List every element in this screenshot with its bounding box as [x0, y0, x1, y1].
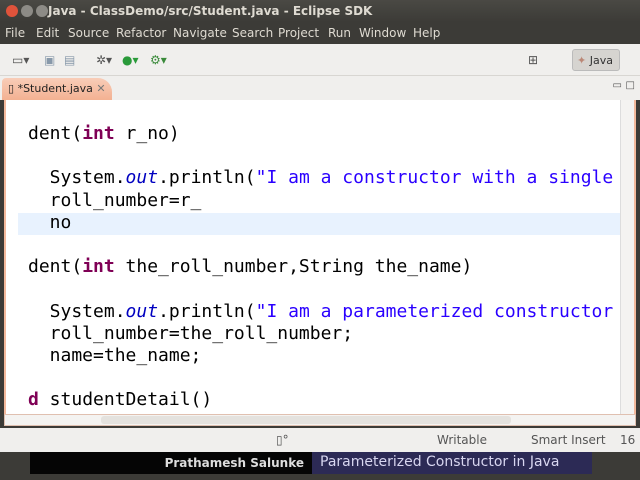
code-token: .println( [158, 167, 256, 189]
video-caption: Prathamesh Salunke Parameterized Constru… [0, 452, 640, 480]
open-perspective-icon[interactable]: ⊞ [528, 53, 538, 67]
menu-navigate[interactable]: Navigate [173, 26, 227, 40]
run-icon[interactable]: ●▾ [122, 53, 139, 67]
menu-window[interactable]: Window [359, 26, 406, 40]
code-line[interactable]: d studentDetail() [28, 389, 613, 411]
code-token: d [28, 389, 39, 411]
caption-topic: Parameterized Constructor in Java [312, 452, 592, 474]
status-writable: Writable [437, 433, 487, 447]
java-file-icon: ▯ [8, 82, 15, 95]
perspective-label: Java [589, 54, 613, 67]
code-editor[interactable]: dent(int r_no) System.out.println("I am … [4, 100, 636, 416]
code-token: studentDetail() [38, 389, 213, 411]
code-line[interactable]: System.out.println("I am a parameterized… [28, 300, 614, 323]
scrollbar-thumb[interactable] [101, 416, 511, 424]
code-token: no [28, 211, 72, 233]
status-icon: ▯° [276, 433, 289, 447]
code-token: "I am a parameterized constructor [255, 300, 614, 322]
code-line[interactable] [28, 278, 613, 300]
code-token: int [82, 256, 115, 278]
close-window-button[interactable] [6, 5, 18, 17]
horizontal-scrollbar[interactable] [4, 414, 636, 426]
editor-tab-row: ▯ *Student.java ✕ ▭ □ [0, 76, 640, 100]
code-token: "I am a constructor with a single [255, 167, 614, 189]
menu-project[interactable]: Project [278, 26, 319, 40]
tab-student-java[interactable]: ▯ *Student.java ✕ [2, 78, 112, 100]
menu-refactor[interactable]: Refactor [116, 26, 166, 40]
code-token: System. [28, 300, 126, 322]
code-token: r_no) [114, 123, 180, 144]
debug-icon[interactable]: ✲▾ [96, 53, 112, 67]
java-perspective-button[interactable]: ✦ Java [572, 49, 620, 71]
save-icon[interactable]: ▣ [44, 53, 55, 67]
status-position: 16 [620, 433, 636, 447]
maximize-window-button[interactable] [36, 5, 48, 17]
code-line[interactable]: no [28, 212, 613, 234]
editor-gutter [6, 100, 18, 414]
code-token: dent( [28, 123, 83, 144]
code-token: name=the_name; [28, 344, 202, 366]
code-text[interactable]: dent(int r_no) System.out.println("I am … [28, 123, 613, 411]
code-line[interactable] [28, 234, 613, 256]
menu-source[interactable]: Source [68, 26, 109, 40]
code-token: roll_number=r_ [28, 189, 202, 211]
maximize-editor-icon[interactable]: □ [626, 80, 635, 91]
code-line[interactable]: roll_number=the_roll_number; [28, 323, 613, 345]
vertical-scrollbar[interactable] [620, 100, 634, 414]
menu-run[interactable]: Run [328, 26, 351, 40]
status-bar: ▯° Writable Smart Insert 16 [0, 428, 640, 452]
window-title: Java - ClassDemo/src/Student.java - Ecli… [48, 4, 373, 18]
code-token: out [125, 167, 159, 189]
menu-help[interactable]: Help [413, 26, 440, 40]
code-token: roll_number=the_roll_number; [28, 322, 354, 344]
menu-bar: File Edit Source Refactor Navigate Searc… [0, 22, 640, 44]
code-line[interactable]: dent(int the_roll_number,String the_name… [28, 256, 613, 278]
menu-file[interactable]: File [5, 26, 25, 40]
code-line[interactable] [28, 145, 613, 167]
code-token: dent( [28, 256, 83, 278]
code-line[interactable]: roll_number=r_ [28, 190, 613, 212]
caption-author: Prathamesh Salunke [30, 452, 312, 474]
menu-edit[interactable]: Edit [36, 26, 59, 40]
code-token: System. [28, 167, 126, 189]
code-line[interactable]: dent(int r_no) [28, 123, 613, 145]
minimize-editor-icon[interactable]: ▭ [613, 80, 622, 91]
menu-search[interactable]: Search [232, 26, 273, 40]
print-icon[interactable]: ▤ [64, 53, 75, 67]
new-icon[interactable]: ▭▾ [12, 53, 29, 67]
java-perspective-icon: ✦ [577, 54, 587, 67]
code-token: the_roll_number,String the_name) [114, 256, 473, 278]
close-tab-icon[interactable]: ✕ [96, 82, 105, 95]
minimize-window-button[interactable] [21, 5, 33, 17]
code-line[interactable]: name=the_name; [28, 345, 613, 367]
toolbar: ▭▾ ▣ ▤ ✲▾ ●▾ ⚙▾ ⊞ ✦ Java [0, 44, 640, 76]
tab-label: *Student.java [17, 82, 93, 95]
title-bar: Java - ClassDemo/src/Student.java - Ecli… [0, 0, 640, 22]
status-insert-mode: Smart Insert [531, 433, 606, 447]
code-token: out [125, 300, 159, 322]
code-token: int [82, 123, 115, 144]
code-line[interactable] [28, 367, 613, 389]
external-tools-icon[interactable]: ⚙▾ [150, 53, 167, 67]
code-token: .println( [158, 300, 256, 322]
code-line[interactable]: System.out.println("I am a constructor w… [28, 167, 614, 189]
